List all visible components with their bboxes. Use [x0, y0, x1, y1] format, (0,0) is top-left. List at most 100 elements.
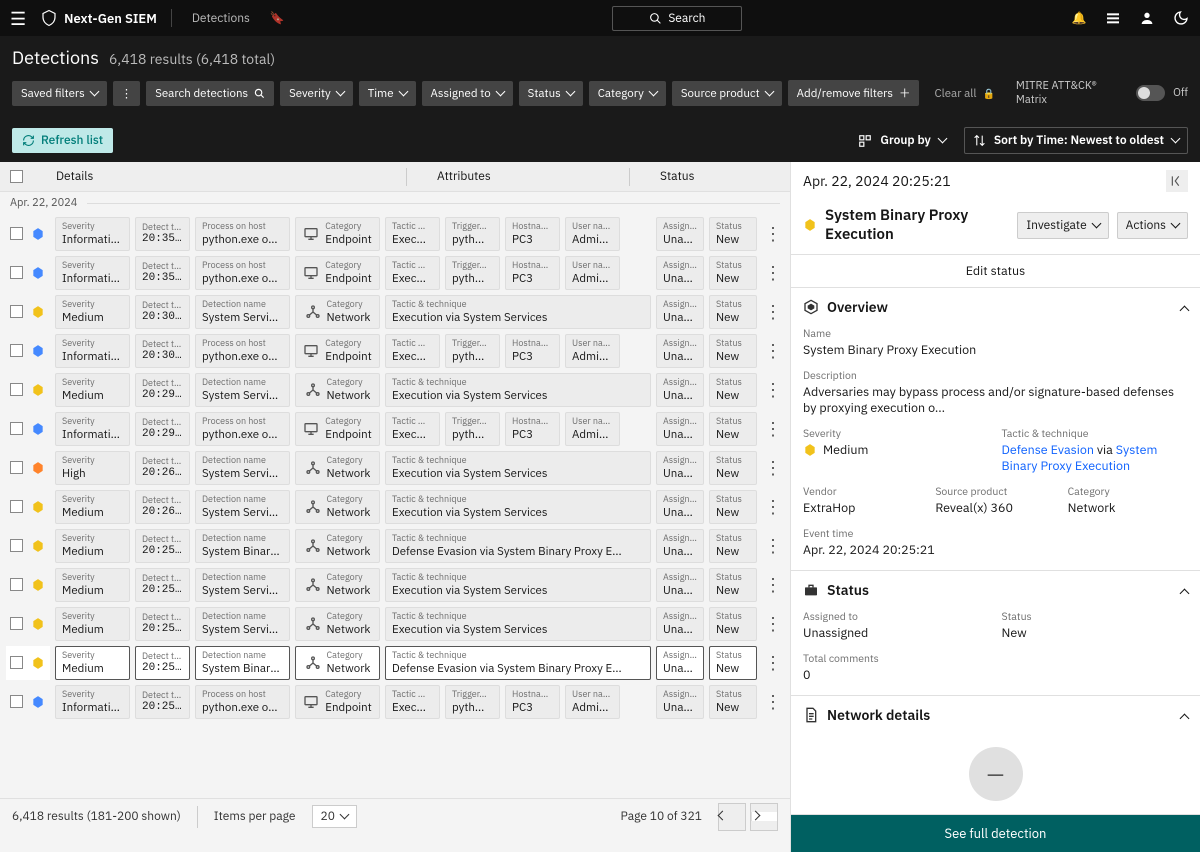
status-header[interactable]: Status — [791, 571, 1200, 609]
cell-assignee[interactable]: Assigne...Unas... — [656, 217, 704, 251]
cell-tactic-technique[interactable]: Tactic & techniqueExecution via System S… — [385, 295, 651, 329]
table-row[interactable]: SeverityHigh Detect time20:26:23 Detecti… — [0, 448, 790, 487]
table-row[interactable]: SeverityMedium Detect time20:26:23 Detec… — [0, 487, 790, 526]
row-actions-button[interactable]: ⋮ — [762, 646, 784, 680]
cell-trigger[interactable]: Trigger...pyth... — [445, 217, 500, 251]
edit-status-button[interactable]: Edit status — [791, 254, 1200, 288]
cell-process[interactable]: Process on hostpython.exe on PC... — [195, 412, 290, 446]
category-chip[interactable]: Category — [589, 81, 666, 106]
queue-icon[interactable] — [1104, 9, 1122, 27]
cell-assignee[interactable]: Assigne...Unas... — [656, 607, 704, 641]
cell-user[interactable]: User na...Admi... — [565, 217, 620, 251]
toggle-switch[interactable] — [1136, 85, 1165, 101]
row-actions-button[interactable]: ⋮ — [762, 529, 784, 563]
row-checkbox[interactable] — [10, 383, 23, 396]
cell-detect-time[interactable]: Detect time20:29:36 — [135, 373, 190, 407]
group-by-button[interactable]: Group by — [850, 127, 953, 154]
cell-detect-time[interactable]: Detect time20:26:23 — [135, 451, 190, 485]
table-row[interactable]: SeverityMedium Detect time20:30:08 Detec… — [0, 292, 790, 331]
cell-severity[interactable]: SeverityInformational — [55, 412, 130, 446]
cell-category[interactable]: CategoryEndpoint — [295, 256, 380, 290]
cell-detect-time[interactable]: Detect time20:30:08 — [135, 295, 190, 329]
cell-tactic-technique[interactable]: Tactic & techniqueExecution via System S… — [385, 451, 651, 485]
table-row[interactable]: SeverityInformational Detect time20:30:0… — [0, 331, 790, 370]
cell-user[interactable]: User na...Admi... — [565, 685, 620, 719]
cell-hostname[interactable]: Hostna...PC3 — [505, 685, 560, 719]
filter-menu-button[interactable]: ⋮ — [113, 81, 140, 106]
cell-status[interactable]: StatusNew — [709, 295, 757, 329]
cell-trigger[interactable]: Trigger...pyth... — [445, 256, 500, 290]
row-checkbox[interactable] — [10, 422, 23, 435]
cell-tactic-technique[interactable]: Tactic & techniqueExecution via System S… — [385, 607, 651, 641]
cell-status[interactable]: StatusNew — [709, 334, 757, 368]
cell-status[interactable]: StatusNew — [709, 490, 757, 524]
row-checkbox[interactable] — [10, 461, 23, 474]
cell-tactic[interactable]: Tactic ...Exec... — [385, 685, 440, 719]
row-actions-button[interactable]: ⋮ — [762, 334, 784, 368]
cell-category[interactable]: CategoryNetwork — [295, 490, 380, 524]
cell-severity[interactable]: SeverityMedium — [55, 529, 130, 563]
search-detections-chip[interactable]: Search detections — [146, 81, 274, 106]
cell-tactic[interactable]: Tactic ...Exec... — [385, 412, 440, 446]
cell-hostname[interactable]: Hostna...PC3 — [505, 217, 560, 251]
investigate-button[interactable]: Investigate — [1017, 212, 1108, 239]
cell-detect-time[interactable]: Detect time20:26:23 — [135, 490, 190, 524]
prev-page-button[interactable] — [718, 803, 746, 831]
cell-status[interactable]: StatusNew — [709, 373, 757, 407]
cell-category[interactable]: CategoryNetwork — [295, 607, 380, 641]
table-row[interactable]: SeverityMedium Detect time20:25:28 Detec… — [0, 526, 790, 565]
cell-category[interactable]: CategoryNetwork — [295, 451, 380, 485]
cell-category[interactable]: CategoryNetwork — [295, 568, 380, 602]
network-header[interactable]: Network details — [791, 696, 1200, 734]
cell-assignee[interactable]: Assigne...Unas... — [656, 334, 704, 368]
cell-detection-name[interactable]: Detection nameSystem Services — [195, 451, 290, 485]
cell-assignee[interactable]: Assigne...Unas... — [656, 568, 704, 602]
cell-detect-time[interactable]: Detect time20:35:55 — [135, 217, 190, 251]
theme-icon[interactable] — [1172, 9, 1190, 27]
table-row[interactable]: SeverityInformational Detect time20:25:1… — [0, 682, 790, 721]
mitre-toggle[interactable]: MITRE ATT&CK® Matrix Off — [1016, 79, 1188, 107]
table-row[interactable]: SeverityInformational Detect time20:35:5… — [0, 214, 790, 253]
cell-category[interactable]: CategoryNetwork — [295, 646, 380, 680]
row-checkbox[interactable] — [10, 344, 23, 357]
source-product-chip[interactable]: Source product — [672, 81, 782, 106]
cell-process[interactable]: Process on hostpython.exe on PC... — [195, 217, 290, 251]
cell-category[interactable]: CategoryEndpoint — [295, 685, 380, 719]
status-chip[interactable]: Status — [519, 81, 583, 106]
cell-detection-name[interactable]: Detection nameSystem Binary P... — [195, 646, 290, 680]
cell-trigger[interactable]: Trigger...pyth... — [445, 685, 500, 719]
time-chip[interactable]: Time — [359, 81, 416, 106]
cell-category[interactable]: CategoryNetwork — [295, 295, 380, 329]
clear-all-button[interactable]: Clear all🔒 — [925, 81, 1003, 106]
cell-severity[interactable]: SeverityMedium — [55, 373, 130, 407]
row-actions-button[interactable]: ⋮ — [762, 451, 784, 485]
table-row[interactable]: SeverityMedium Detect time20:29:36 Detec… — [0, 370, 790, 409]
saved-filters-chip[interactable]: Saved filters — [12, 81, 107, 106]
row-actions-button[interactable]: ⋮ — [762, 490, 784, 524]
table-row[interactable]: SeverityMedium Detect time20:25:28 Detec… — [0, 565, 790, 604]
cell-assignee[interactable]: Assigne...Unas... — [656, 646, 704, 680]
cell-detection-name[interactable]: Detection nameSystem Services — [195, 568, 290, 602]
cell-category[interactable]: CategoryNetwork — [295, 529, 380, 563]
cell-severity[interactable]: SeverityHigh — [55, 451, 130, 485]
bookmark-icon[interactable]: 🔖 — [270, 11, 285, 26]
cell-process[interactable]: Process on hostpython.exe on PC... — [195, 685, 290, 719]
severity-chip[interactable]: Severity — [280, 81, 353, 106]
cell-severity[interactable]: SeverityInformational — [55, 685, 130, 719]
cell-user[interactable]: User na...Admi... — [565, 334, 620, 368]
cell-detect-time[interactable]: Detect time20:30:07 — [135, 334, 190, 368]
cell-severity[interactable]: SeverityInformational — [55, 334, 130, 368]
row-checkbox[interactable] — [10, 617, 23, 630]
cell-severity[interactable]: SeverityInformational — [55, 217, 130, 251]
cell-trigger[interactable]: Trigger...pyth... — [445, 412, 500, 446]
breadcrumb[interactable]: Detections — [186, 0, 256, 36]
row-actions-button[interactable]: ⋮ — [762, 607, 784, 641]
cell-tactic-technique[interactable]: Tactic & techniqueExecution via System S… — [385, 490, 651, 524]
ipp-select[interactable]: 20 — [312, 805, 357, 828]
row-checkbox[interactable] — [10, 656, 23, 669]
cell-detect-time[interactable]: Detect time20:25:28 — [135, 568, 190, 602]
cell-assignee[interactable]: Assigne...Unas... — [656, 373, 704, 407]
overview-header[interactable]: Overview — [791, 288, 1200, 326]
cell-status[interactable]: StatusNew — [709, 685, 757, 719]
cell-tactic[interactable]: Tactic ...Exec... — [385, 217, 440, 251]
